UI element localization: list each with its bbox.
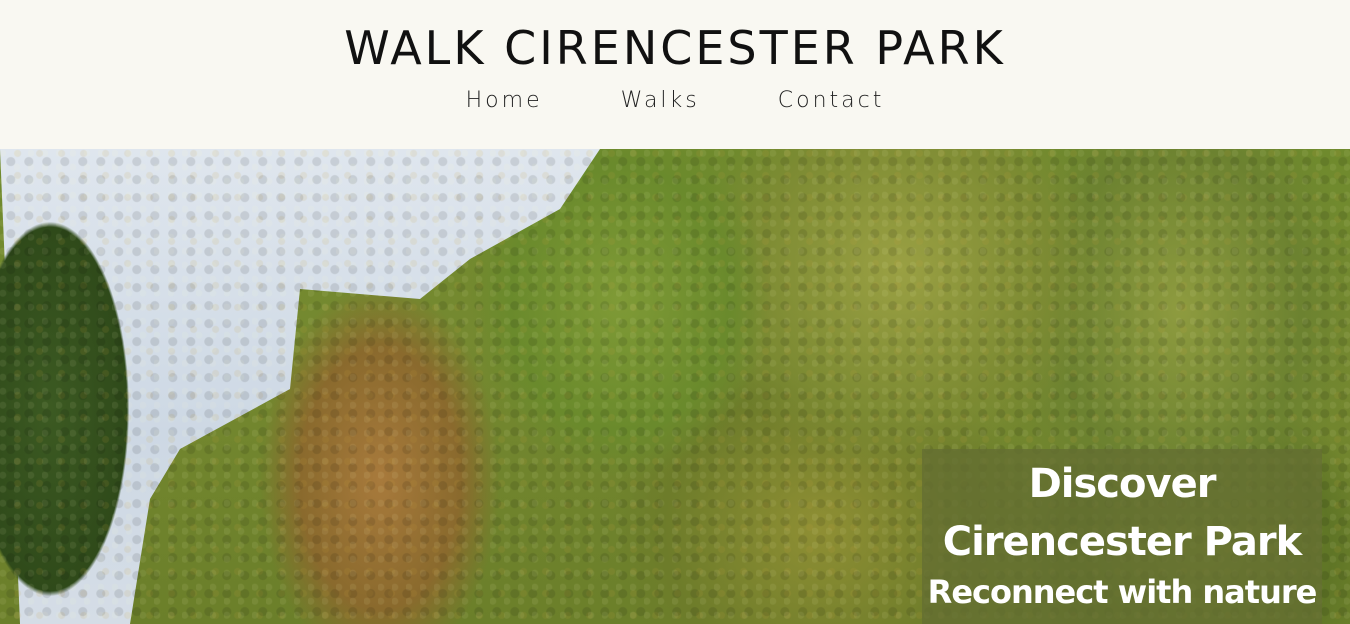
nav-link-walks[interactable]: Walks (621, 88, 700, 113)
nav-link-contact[interactable]: Contact (778, 88, 885, 113)
hero-caption-line3: Reconnect with nature (927, 573, 1318, 611)
main-nav: Home Walks Contact (0, 88, 1350, 113)
hero-caption-line1: Discover (1028, 461, 1217, 507)
hero-caption: Discover Cirencester Park Reconnect with… (922, 455, 1322, 613)
nav-link-home[interactable]: Home (466, 88, 543, 113)
hero-image: Discover Cirencester Park Reconnect with… (0, 149, 1350, 624)
hero-caption-box: Discover Cirencester Park Reconnect with… (922, 449, 1322, 624)
site-title[interactable]: WALK CIRENCESTER PARK (0, 20, 1350, 76)
site-header: WALK CIRENCESTER PARK Home Walks Contact (0, 0, 1350, 149)
hero-caption-line2: Cirencester Park (942, 519, 1303, 565)
